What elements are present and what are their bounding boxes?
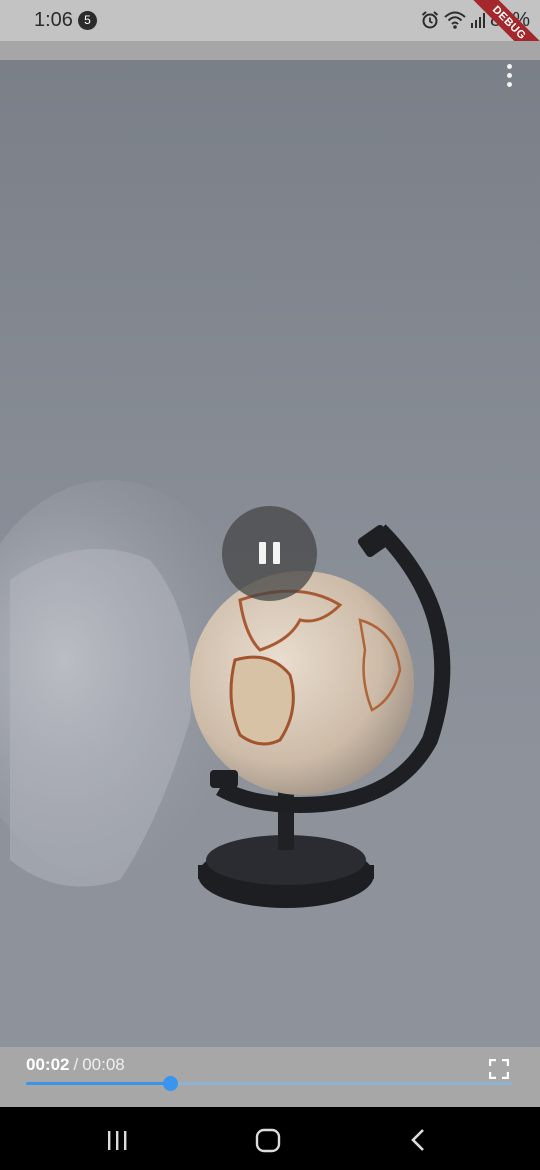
fullscreen-icon[interactable] [488,1058,510,1080]
total-time: 00:08 [82,1055,125,1074]
progress-thumb[interactable] [163,1076,179,1091]
wifi-icon [444,10,466,30]
recents-icon[interactable] [103,1125,133,1155]
player-controls: 00:02/00:08 [0,1047,540,1107]
system-nav-bar [0,1107,540,1170]
current-time: 00:02 [26,1055,70,1074]
progress-bar[interactable] [26,1076,513,1091]
back-icon[interactable] [404,1125,434,1155]
alarm-icon [420,10,440,30]
time-display: 00:02/00:08 [26,1055,125,1075]
time-separator: / [73,1055,79,1074]
app-bar-strip [0,41,540,60]
pause-icon-bar-right [273,542,280,564]
status-time: 1:06 [34,9,73,31]
progress-fill [26,1082,171,1085]
pause-icon-bar-left [259,542,266,564]
video-frame[interactable] [0,60,540,1047]
status-bar: 1:06 5 86% DEBUG [0,0,540,76]
signal-icon [470,10,486,30]
notification-count-badge: 5 [78,11,97,30]
home-icon[interactable] [253,1125,283,1155]
more-options-icon[interactable] [502,60,516,90]
pause-button[interactable] [222,506,317,601]
